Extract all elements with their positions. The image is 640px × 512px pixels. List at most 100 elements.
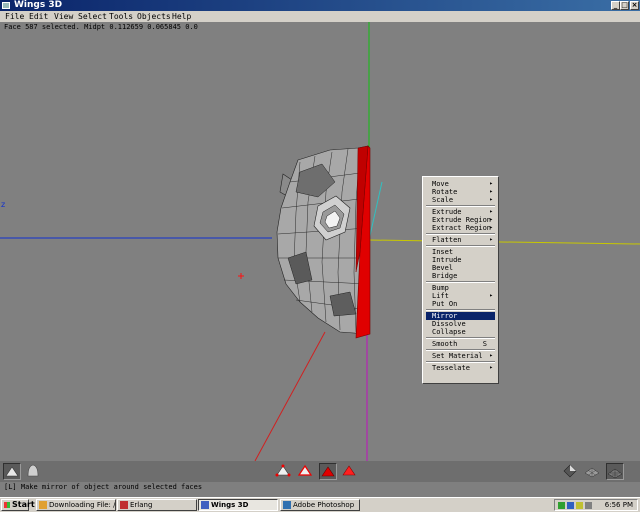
menu-item-inset[interactable]: Inset bbox=[426, 248, 495, 256]
tray-icon[interactable] bbox=[585, 502, 592, 509]
menu-item-label: Put On bbox=[432, 300, 458, 308]
start-label: Start bbox=[12, 500, 35, 509]
submenu-arrow-icon: ▸ bbox=[489, 208, 493, 215]
tray-icon[interactable] bbox=[576, 502, 583, 509]
task-label: Wings 3D bbox=[211, 501, 249, 509]
submenu-arrow-icon: ▸ bbox=[489, 196, 493, 203]
menu-item-label: Bridge bbox=[432, 272, 458, 280]
menu-item-label: Mirror bbox=[432, 312, 458, 320]
menu-select[interactable]: Select bbox=[78, 11, 107, 22]
submenu-arrow-icon: ▸ bbox=[489, 292, 493, 299]
wings-icon bbox=[201, 501, 209, 509]
menu-tools[interactable]: Tools bbox=[109, 11, 133, 22]
smooth-preview-icon[interactable] bbox=[606, 463, 624, 480]
menu-edit[interactable]: Edit bbox=[29, 11, 48, 22]
task-photoshop[interactable]: Adobe Photoshop bbox=[280, 499, 360, 511]
download-icon bbox=[39, 501, 47, 509]
menu-item-bump[interactable]: Bump bbox=[426, 284, 495, 292]
face-mode-icon[interactable] bbox=[319, 463, 337, 480]
menu-bar: File Edit View Select Tools Objects Help bbox=[0, 11, 640, 22]
shaded-view-icon[interactable] bbox=[562, 463, 580, 480]
menu-item-scale[interactable]: Scale ▸ bbox=[426, 196, 495, 204]
menu-item-label: Extrude Region bbox=[432, 216, 492, 224]
menu-item-label: Bump bbox=[432, 284, 449, 292]
clock: 6:56 PM bbox=[604, 501, 633, 509]
system-tray: 6:56 PM bbox=[554, 499, 638, 511]
menu-item-flatten[interactable]: Flatten ▸ bbox=[426, 236, 495, 244]
menu-view[interactable]: View bbox=[54, 11, 73, 22]
menu-item-collapse[interactable]: Collapse bbox=[426, 328, 495, 336]
scene-canvas bbox=[0, 22, 640, 461]
body-mode-icon[interactable] bbox=[341, 463, 359, 480]
task-wings3d[interactable]: Wings 3D bbox=[198, 499, 278, 511]
menu-separator bbox=[426, 349, 495, 351]
menu-item-label: Bevel bbox=[432, 264, 454, 272]
menu-item-bridge[interactable]: Bridge bbox=[426, 272, 495, 280]
menu-item-label: Set Material bbox=[432, 352, 483, 360]
menu-item-label: Move bbox=[432, 180, 449, 188]
menu-separator bbox=[426, 233, 495, 235]
menu-item-label: Lift bbox=[432, 292, 449, 300]
menu-item-rotate[interactable]: Rotate ▸ bbox=[426, 188, 495, 196]
menu-item-move[interactable]: Move ▸ bbox=[426, 180, 495, 188]
menu-item-mirror[interactable]: Mirror bbox=[426, 312, 495, 320]
menu-separator bbox=[426, 281, 495, 283]
x-axis bbox=[368, 239, 640, 245]
menu-shortcut: S bbox=[482, 340, 487, 348]
menu-item-label: Intrude bbox=[432, 256, 462, 264]
info-line: [L] Make mirror of object around selecte… bbox=[0, 482, 640, 493]
maximize-button[interactable]: □ bbox=[620, 1, 629, 10]
menu-item-dissolve[interactable]: Dissolve bbox=[426, 320, 495, 328]
minimize-button[interactable]: _ bbox=[611, 1, 620, 10]
cube-icon[interactable] bbox=[3, 463, 21, 480]
submenu-arrow-icon: ▸ bbox=[489, 216, 493, 223]
menu-item-label: Rotate bbox=[432, 188, 458, 196]
menu-item-label: Tesselate bbox=[432, 364, 470, 372]
submenu-arrow-icon: ▸ bbox=[489, 364, 493, 371]
3d-viewport[interactable]: Face 587 selected. Midpt 0.112659 0.0658… bbox=[0, 22, 640, 461]
task-label: Adobe Photoshop bbox=[293, 501, 355, 509]
menu-item-tesselate[interactable]: Tesselate ▸ bbox=[426, 364, 495, 372]
selection-status: Face 587 selected. Midpt 0.112659 0.0658… bbox=[4, 23, 198, 31]
start-button[interactable]: Start bbox=[1, 499, 35, 511]
tray-icon[interactable] bbox=[558, 502, 565, 509]
app-icon bbox=[2, 2, 10, 9]
info-text: [L] Make mirror of object around selecte… bbox=[4, 483, 203, 491]
task-label: Erlang bbox=[130, 501, 153, 509]
menu-file[interactable]: File bbox=[5, 11, 24, 22]
menu-item-set-material[interactable]: Set Material ▸ bbox=[426, 352, 495, 360]
submenu-arrow-icon: ▸ bbox=[489, 352, 493, 359]
task-erlang[interactable]: Erlang bbox=[117, 499, 197, 511]
close-button[interactable]: × bbox=[630, 1, 639, 10]
neg-x-axis bbox=[254, 331, 326, 461]
menu-separator bbox=[426, 361, 495, 363]
menu-item-lift[interactable]: Lift ▸ bbox=[426, 292, 495, 300]
menu-item-extract-region[interactable]: Extract Region ▸ bbox=[426, 224, 495, 232]
menu-item-label: Flatten bbox=[432, 236, 462, 244]
tray-icon[interactable] bbox=[567, 502, 574, 509]
task-label: Downloading File: /wings/... bbox=[49, 501, 116, 509]
sphere-icon[interactable] bbox=[25, 463, 43, 480]
menu-separator bbox=[426, 337, 495, 339]
menu-item-intrude[interactable]: Intrude bbox=[426, 256, 495, 264]
vertex-mode-icon[interactable] bbox=[275, 463, 293, 480]
menu-objects[interactable]: Objects bbox=[137, 11, 171, 22]
z-axis-label: z bbox=[1, 200, 6, 209]
edge-mode-icon[interactable] bbox=[297, 463, 315, 480]
bottom-toolbar bbox=[0, 461, 640, 482]
windows-logo-icon bbox=[4, 502, 10, 508]
menu-item-label: Inset bbox=[432, 248, 454, 256]
head-mesh[interactable] bbox=[276, 145, 371, 339]
neg-z-axis bbox=[368, 181, 383, 241]
context-menu: Move ▸ Rotate ▸ Scale ▸ Extrude ▸ Extrude Region… bbox=[422, 176, 499, 384]
submenu-arrow-icon: ▸ bbox=[489, 236, 493, 243]
taskbar: Start Downloading File: /wings/... Erlan… bbox=[0, 497, 640, 512]
menu-item-bevel[interactable]: Bevel bbox=[426, 264, 495, 272]
menu-help[interactable]: Help bbox=[172, 11, 191, 22]
wireframe-view-icon[interactable] bbox=[584, 463, 602, 480]
menu-item-put-on[interactable]: Put On bbox=[426, 300, 495, 308]
menu-item-extrude-region[interactable]: Extrude Region ▸ bbox=[426, 216, 495, 224]
menu-item-smooth[interactable]: Smooth S bbox=[426, 340, 495, 348]
menu-item-extrude[interactable]: Extrude ▸ bbox=[426, 208, 495, 216]
task-downloading[interactable]: Downloading File: /wings/... bbox=[36, 499, 116, 511]
